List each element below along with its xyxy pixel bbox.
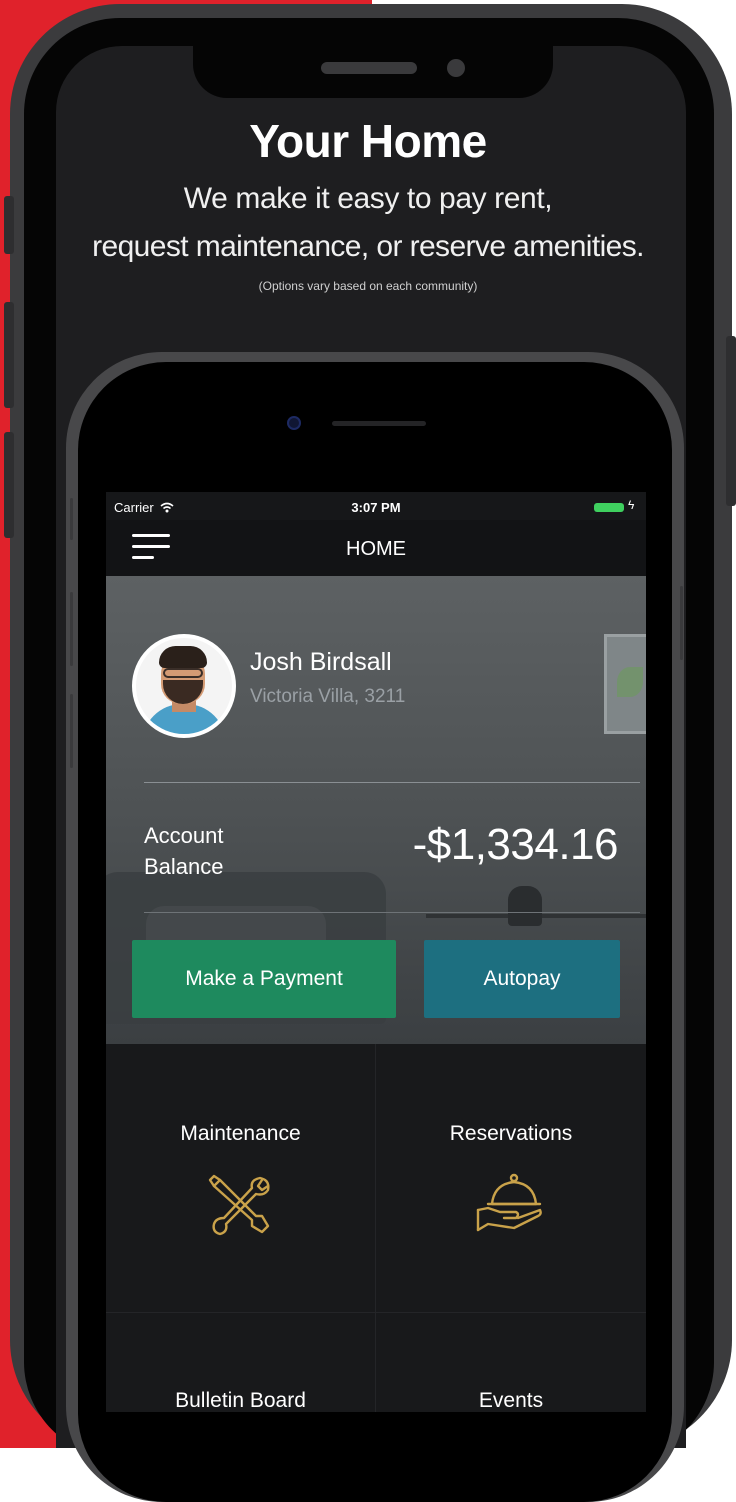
user-name: Josh Birdsall [250,648,392,676]
inner-volume-up [70,592,73,666]
cloche-icon [476,1173,542,1232]
status-bar: Carrier 3:07 PM ϟ [106,492,646,520]
battery-icon [594,503,624,512]
autopay-button[interactable]: Autopay [424,940,620,1018]
speaker-grille [321,62,417,74]
power-button [726,336,736,506]
tile-reservations-label: Reservations [449,1122,573,1145]
tile-bulletin-board-label: Bulletin Board [175,1389,306,1412]
account-hero: Josh Birdsall Victoria Villa, 3211 Accou… [106,576,646,1044]
app-screen: Carrier 3:07 PM ϟ HOME Josh Birdsall Vic… [106,492,646,1412]
tools-icon [208,1174,270,1236]
front-camera [447,59,465,77]
volume-up-button [4,302,14,408]
inner-front-camera [287,416,301,430]
tile-maintenance[interactable]: Maintenance [106,1044,375,1312]
nav-title: HOME [346,538,406,560]
promo-title: Your Home [249,115,487,167]
clock: 3:07 PM [351,500,401,515]
inner-earpiece [332,421,426,426]
tile-events-label: Events [478,1389,544,1412]
tile-bulletin-board[interactable]: Bulletin Board [106,1313,375,1412]
divider [144,782,640,783]
grid-divider-vertical [375,1044,376,1412]
make-payment-button[interactable]: Make a Payment [132,940,396,1018]
charging-bolt-icon: ϟ [628,498,635,512]
volume-down-button [4,432,14,538]
tile-reservations[interactable]: Reservations [376,1044,646,1312]
inner-volume-down [70,694,73,768]
avatar[interactable] [132,634,236,738]
promo-subtitle-line2: request maintenance, or reserve amenitie… [92,230,644,263]
account-balance-label-line2: Balance [144,854,224,879]
promo-note: (Options vary based on each community) [258,279,478,293]
divider [144,912,640,913]
account-balance-label-line1: Account [144,823,224,848]
account-balance-label: Account Balance [144,820,224,882]
promo-subtitle-line1: We make it easy to pay rent, [183,182,553,215]
inner-power-button [680,586,683,660]
tile-maintenance-label: Maintenance [180,1122,301,1145]
outer-phone-notch [193,40,553,98]
wall-art-decor [604,634,646,734]
user-unit: Victoria Villa, 3211 [250,686,406,707]
nav-bar: HOME [106,520,646,576]
account-balance-amount: -$1,334.16 [412,820,619,869]
inner-mute-switch [70,498,73,540]
grid-divider-horizontal [106,1312,646,1313]
vase-decor [508,886,542,926]
tile-events[interactable]: Events [376,1313,646,1412]
